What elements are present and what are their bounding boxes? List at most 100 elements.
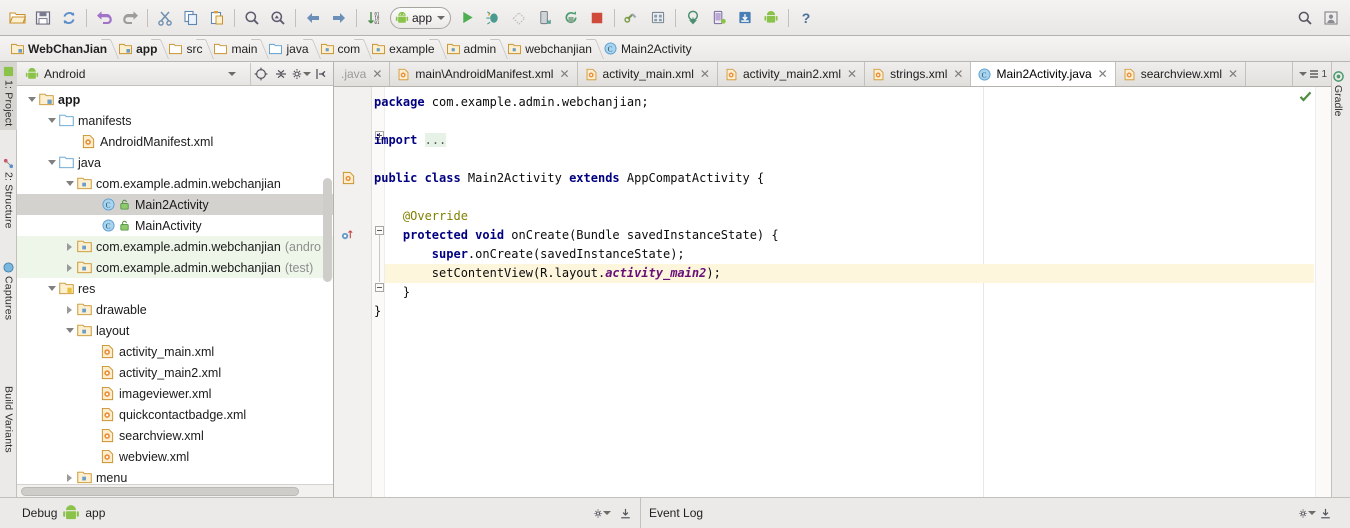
sidebar-item-project[interactable]: 1: Project xyxy=(0,62,17,131)
save-all-icon[interactable] xyxy=(30,5,56,31)
attach-debugger-icon[interactable] xyxy=(532,5,558,31)
hide-panel-icon[interactable] xyxy=(616,504,634,522)
close-icon[interactable]: ✕ xyxy=(1097,68,1109,80)
sync-gradle-icon[interactable] xyxy=(680,5,706,31)
sidebar-item-captures[interactable]: Captures xyxy=(0,258,17,324)
run-icon[interactable] xyxy=(454,5,480,31)
breadcrumb-item-main[interactable]: main xyxy=(209,36,264,62)
find-icon[interactable] xyxy=(239,5,265,31)
collapse-arrow-icon[interactable] xyxy=(63,263,76,272)
tree-node-mainactivity[interactable]: C MainActivity xyxy=(17,215,333,236)
tree-node-package-main[interactable]: com.example.admin.webchanjian xyxy=(17,173,333,194)
tree-node-main2activity[interactable]: C Main2Activity xyxy=(17,194,333,215)
expand-arrow-icon[interactable] xyxy=(45,118,58,123)
sidebar-item-build-variants[interactable]: Build Variants xyxy=(0,382,17,457)
project-view-selector[interactable]: Android xyxy=(19,62,251,85)
collapse-arrow-icon[interactable] xyxy=(63,473,76,482)
source-code[interactable]: package com.example.admin.webchanjian; i… xyxy=(374,93,779,321)
close-icon[interactable]: ✕ xyxy=(1227,68,1239,80)
editor-tab-overflow[interactable]: 1 xyxy=(1292,62,1331,86)
debug-icon[interactable] xyxy=(480,5,506,31)
breadcrumb-item-main2activity[interactable]: C Main2Activity xyxy=(599,36,699,62)
replace-icon[interactable] xyxy=(265,5,291,31)
sdk-manager-icon[interactable] xyxy=(619,5,645,31)
rerun-icon[interactable] xyxy=(558,5,584,31)
project-horizontal-scrollbar[interactable] xyxy=(17,484,333,497)
android-icon[interactable] xyxy=(758,5,784,31)
hide-panel-icon[interactable] xyxy=(1316,504,1334,522)
sidebar-item-gradle[interactable]: Gradle xyxy=(1332,66,1344,122)
tree-node-manifests[interactable]: manifests xyxy=(17,110,333,131)
project-vertical-scrollbar[interactable] xyxy=(323,178,332,282)
expand-arrow-icon[interactable] xyxy=(63,181,76,186)
breadcrumb-item-src[interactable]: src xyxy=(164,36,209,62)
back-icon[interactable] xyxy=(300,5,326,31)
expand-arrow-icon[interactable] xyxy=(45,286,58,291)
tree-node-activity-main2-xml[interactable]: activity_main2.xml xyxy=(17,362,333,383)
editor-tab-main2activity-java[interactable]: C Main2Activity.java ✕ xyxy=(971,62,1116,86)
tree-node-searchview-xml[interactable]: searchview.xml xyxy=(17,425,333,446)
sync-icon[interactable] xyxy=(56,5,82,31)
project-tree[interactable]: app manifests AndroidManifest.xml java c… xyxy=(17,86,333,497)
target-icon[interactable] xyxy=(251,64,271,84)
collapse-arrow-icon[interactable] xyxy=(63,305,76,314)
expand-arrow-icon[interactable] xyxy=(45,160,58,165)
tree-node-drawable[interactable]: drawable xyxy=(17,299,333,320)
close-icon[interactable]: ✕ xyxy=(846,68,858,80)
settings-gear-icon[interactable] xyxy=(291,64,311,84)
copy-icon[interactable] xyxy=(178,5,204,31)
tree-node-layout[interactable]: layout xyxy=(17,320,333,341)
account-icon[interactable] xyxy=(1318,5,1344,31)
close-icon[interactable]: ✕ xyxy=(952,68,964,80)
tree-node-package-test[interactable]: com.example.admin.webchanjian (test) xyxy=(17,257,333,278)
run-configuration-selector[interactable]: app xyxy=(390,6,452,29)
help-icon[interactable]: ? xyxy=(793,5,819,31)
sidebar-item-structure[interactable]: 2: Structure xyxy=(0,154,17,233)
close-icon[interactable]: ✕ xyxy=(699,68,711,80)
close-icon[interactable]: ✕ xyxy=(558,68,570,80)
avd-manager-icon[interactable] xyxy=(645,5,671,31)
editor-tab-java[interactable]: .java ✕ xyxy=(334,62,391,86)
editor-vertical-scrollbar[interactable] xyxy=(1315,87,1331,497)
class-bookmark-icon[interactable] xyxy=(341,170,356,185)
tree-node-activity-main-xml[interactable]: activity_main.xml xyxy=(17,341,333,362)
breadcrumb-item-admin[interactable]: admin xyxy=(442,36,504,62)
event-log-tool-window-tab[interactable]: Event Log xyxy=(641,498,1350,528)
settings-gear-icon[interactable] xyxy=(1298,504,1316,522)
tree-node-imageviewer-xml[interactable]: imageviewer.xml xyxy=(17,383,333,404)
forward-icon[interactable] xyxy=(326,5,352,31)
layout-inspector-icon[interactable] xyxy=(732,5,758,31)
tree-node-res[interactable]: res xyxy=(17,278,333,299)
editor-tab-androidmanifest[interactable]: main\AndroidManifest.xml ✕ xyxy=(390,62,578,86)
breadcrumb-item-java[interactable]: java xyxy=(264,36,315,62)
redo-icon[interactable] xyxy=(117,5,143,31)
editor-tab-activity-main[interactable]: activity_main.xml ✕ xyxy=(577,62,718,86)
breadcrumb-item-app[interactable]: app xyxy=(114,36,164,62)
tree-node-androidmanifest[interactable]: AndroidManifest.xml xyxy=(17,131,333,152)
close-icon[interactable]: ✕ xyxy=(371,68,383,80)
settings-gear-icon[interactable] xyxy=(593,504,611,522)
cut-icon[interactable] xyxy=(152,5,178,31)
stop-icon[interactable] xyxy=(584,5,610,31)
collapse-arrow-icon[interactable] xyxy=(63,242,76,251)
editor-gutter[interactable] xyxy=(334,87,372,497)
compare-icon[interactable]: 01 10 01 xyxy=(361,5,387,31)
open-folder-icon[interactable] xyxy=(4,5,30,31)
breadcrumb-item-com[interactable]: com xyxy=(316,36,368,62)
breadcrumb-item-webchanjian[interactable]: WebChanJian xyxy=(6,36,114,62)
editor-tab-activity-main2[interactable]: activity_main2.xml ✕ xyxy=(717,62,866,86)
tree-node-java[interactable]: java xyxy=(17,152,333,173)
debug-tool-window-tab[interactable]: Debug app xyxy=(0,498,641,528)
coverage-icon[interactable] xyxy=(506,5,532,31)
override-method-icon[interactable] xyxy=(340,227,355,242)
tree-node-webview-xml[interactable]: webview.xml xyxy=(17,446,333,467)
tree-node-quickcontactbadge-xml[interactable]: quickcontactbadge.xml xyxy=(17,404,333,425)
inspection-ok-icon[interactable] xyxy=(1299,90,1312,103)
device-monitor-icon[interactable] xyxy=(706,5,732,31)
paste-icon[interactable] xyxy=(204,5,230,31)
breadcrumb-item-example[interactable]: example xyxy=(367,36,441,62)
breadcrumb-item-webchanjian-pkg[interactable]: webchanjian xyxy=(503,36,599,62)
hide-icon[interactable] xyxy=(311,64,331,84)
editor-tab-searchview[interactable]: searchview.xml ✕ xyxy=(1115,62,1247,86)
expand-arrow-icon[interactable] xyxy=(25,97,38,102)
